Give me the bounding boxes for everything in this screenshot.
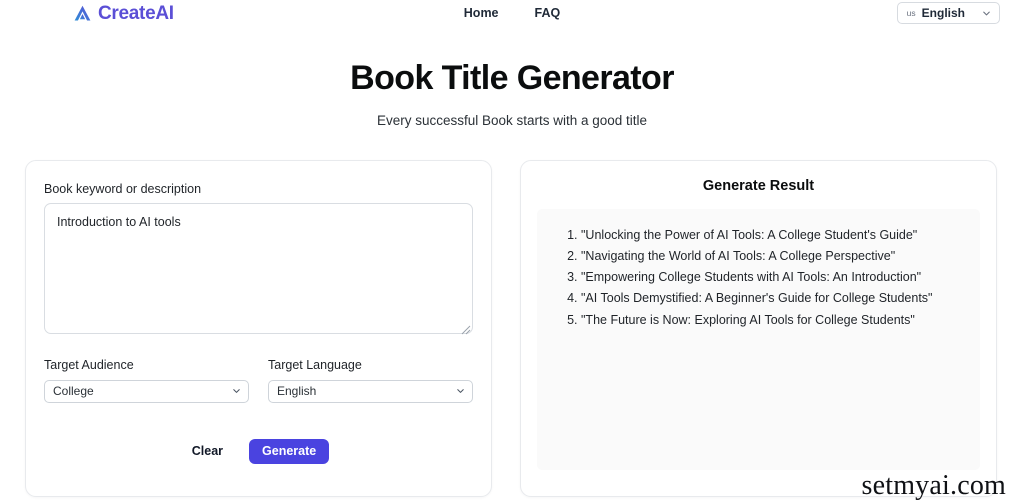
keyword-field-label: Book keyword or description bbox=[44, 181, 202, 196]
result-card: Generate Result "Unlocking the Power of … bbox=[520, 159, 997, 497]
main-nav: Home FAQ bbox=[464, 7, 560, 20]
nav-link-home[interactable]: Home bbox=[464, 7, 499, 20]
watermark: setmyai.com bbox=[861, 470, 1006, 501]
list-item: "Navigating the World of AI Tools: A Col… bbox=[581, 248, 960, 265]
brand-logo[interactable]: CreateAI bbox=[72, 3, 174, 24]
page-root: CreateAI Home FAQ us English Book Title … bbox=[0, 0, 1024, 502]
flag-icon-us: us bbox=[906, 7, 916, 18]
result-list: "Unlocking the Power of AI Tools: A Coll… bbox=[557, 227, 960, 329]
keyword-textarea[interactable] bbox=[44, 203, 473, 335]
delta-logo-icon bbox=[72, 3, 93, 24]
chevron-down-icon bbox=[981, 8, 992, 19]
list-item: "Unlocking the Power of AI Tools: A Coll… bbox=[581, 227, 960, 244]
language-selector-value: English bbox=[921, 6, 965, 20]
nav-link-faq[interactable]: FAQ bbox=[535, 7, 561, 20]
target-audience-field: Target Audience College bbox=[44, 359, 249, 403]
page-title: Book Title Generator bbox=[350, 59, 674, 97]
target-audience-select[interactable]: College bbox=[44, 379, 249, 403]
form-actions: Clear Generate bbox=[44, 438, 473, 464]
site-header: CreateAI Home FAQ us English bbox=[0, 0, 1024, 26]
list-item: "Empowering College Students with AI Too… bbox=[581, 269, 960, 286]
brand-name: CreateAI bbox=[98, 2, 174, 24]
selects-row: Target Audience College Target Language bbox=[44, 359, 473, 403]
target-language-field: Target Language English bbox=[268, 359, 473, 403]
content-columns: Book keyword or description Target Audie… bbox=[0, 159, 1024, 497]
list-item: "The Future is Now: Exploring AI Tools f… bbox=[581, 312, 960, 329]
result-panel: "Unlocking the Power of AI Tools: A Coll… bbox=[537, 209, 980, 471]
target-audience-label: Target Audience bbox=[44, 358, 134, 373]
target-language-label: Target Language bbox=[268, 358, 362, 373]
result-title: Generate Result bbox=[702, 177, 815, 194]
clear-button[interactable]: Clear bbox=[188, 439, 227, 464]
target-audience-select-wrapper: College bbox=[44, 379, 249, 403]
hero-section: Book Title Generator Every successful Bo… bbox=[0, 59, 1024, 130]
generate-button[interactable]: Generate bbox=[249, 438, 330, 464]
target-language-select-wrapper: English bbox=[268, 379, 473, 403]
page-subtitle: Every successful Book starts with a good… bbox=[376, 113, 648, 129]
input-form-card: Book keyword or description Target Audie… bbox=[25, 159, 492, 497]
keyword-input-wrapper bbox=[44, 203, 473, 335]
list-item: "AI Tools Demystified: A Beginner's Guid… bbox=[581, 290, 960, 307]
language-selector[interactable]: us English bbox=[896, 2, 1000, 24]
target-language-select[interactable]: English bbox=[268, 379, 473, 403]
